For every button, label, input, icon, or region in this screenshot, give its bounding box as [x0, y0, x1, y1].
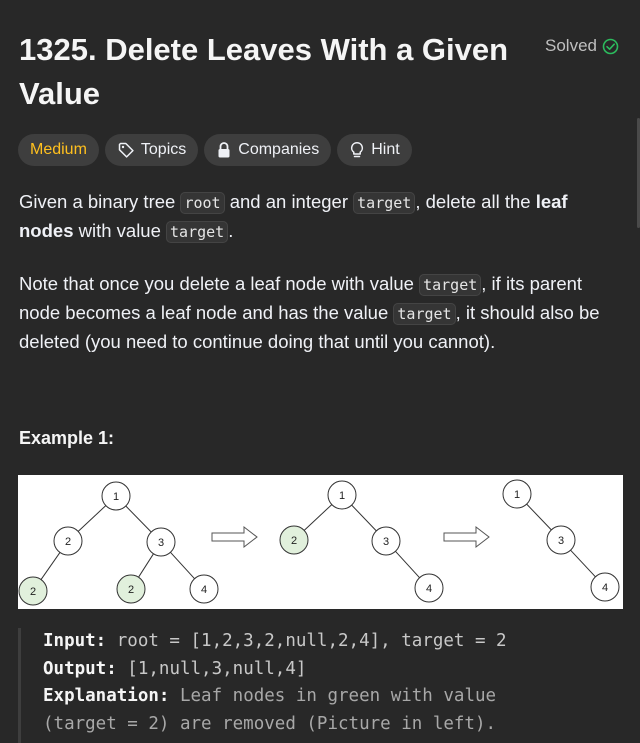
- tag-row: Medium Topics Companies Hint: [18, 134, 412, 166]
- tree-edge: [570, 549, 596, 578]
- tree-node-label: 3: [158, 537, 164, 549]
- inline-code: root: [180, 192, 225, 214]
- tree-node-label: 2: [65, 536, 71, 548]
- solved-status: Solved: [545, 36, 619, 56]
- tree-1: 1 2 3 2 2 4: [18, 481, 219, 606]
- tree-node: 4: [414, 573, 444, 603]
- tree-node-label: 1: [339, 490, 345, 502]
- companies-label: Companies: [238, 141, 320, 158]
- tree-edge: [170, 551, 195, 580]
- example-explanation-cont: (target = 2) are removed (Picture in lef…: [43, 713, 497, 734]
- problem-description: Given a binary tree root and an integer …: [19, 188, 624, 380]
- tree-node-label: 2: [291, 535, 297, 547]
- tree-node-label: 1: [514, 489, 520, 501]
- description-paragraph-2: Note that once you delete a leaf node wi…: [19, 273, 600, 352]
- tree-node-label: 4: [426, 583, 432, 595]
- tree-node: 2: [18, 576, 48, 606]
- tag-icon: [117, 141, 135, 159]
- example-figure: 1 2 3 2 2 4 1 2 3 4 1 3 4: [18, 475, 623, 609]
- inline-code: target: [419, 274, 482, 296]
- tree-edge: [526, 503, 552, 531]
- inline-code: target: [353, 192, 416, 214]
- tree-node: 1: [101, 481, 131, 511]
- problem-title: 1325. Delete Leaves With a Given Value: [19, 32, 509, 111]
- tree-node-label: 2: [30, 586, 36, 598]
- lightbulb-icon: [349, 141, 365, 159]
- inline-code: target: [393, 303, 456, 325]
- title-row: 1325. Delete Leaves With a Given Value S…: [19, 28, 619, 116]
- example-output: Output: [1,null,3,null,4]: [43, 658, 307, 679]
- tree-node: 2: [279, 525, 309, 555]
- tree-node-label: 3: [383, 536, 389, 548]
- tree-3: 1 3 4: [502, 479, 620, 602]
- tree-node: 4: [189, 574, 219, 604]
- description-paragraph-1: Given a binary tree root and an integer …: [19, 191, 568, 243]
- tree-node: 3: [146, 527, 176, 557]
- difficulty-label: Medium: [30, 141, 87, 158]
- tree-node: 1: [327, 480, 357, 510]
- tree-edge: [77, 505, 107, 532]
- tree-node-label: 4: [602, 582, 608, 594]
- check-circle-icon: [602, 38, 619, 55]
- tree-edge: [303, 504, 333, 531]
- topics-button[interactable]: Topics: [104, 134, 199, 166]
- tree-node-label: 3: [558, 535, 564, 547]
- tree-edge: [138, 553, 154, 578]
- tree-edge: [395, 550, 420, 579]
- tree-diagram: 1 2 3 2 2 4 1 2 3 4 1 3 4: [18, 479, 620, 606]
- tree-2: 1 2 3 4: [279, 480, 444, 603]
- tree-node-label: 4: [201, 584, 207, 596]
- tree-node: 3: [371, 526, 401, 556]
- tree-node-label: 2: [128, 584, 134, 596]
- hint-button[interactable]: Hint: [337, 134, 412, 166]
- inline-code: target: [166, 221, 229, 243]
- example-explanation: Explanation: Leaf nodes in green with va…: [43, 686, 497, 706]
- difficulty-badge: Medium: [18, 134, 99, 166]
- companies-button[interactable]: Companies: [204, 134, 332, 166]
- hint-label: Hint: [371, 141, 400, 158]
- tree-node-label: 1: [113, 491, 119, 503]
- tree-edge: [40, 552, 61, 580]
- tree-edge: [125, 505, 152, 533]
- tree-node: 4: [590, 572, 620, 602]
- lock-icon: [216, 141, 232, 159]
- example-title: Example 1:: [19, 428, 115, 448]
- arrow-right-icon: [443, 525, 490, 549]
- example-input: Input: root = [1,2,3,2,null,2,4], target…: [43, 631, 507, 651]
- tree-edge: [351, 504, 377, 532]
- tree-node: 2: [53, 526, 83, 556]
- example-box: Input: root = [1,2,3,2,null,2,4], target…: [18, 628, 623, 743]
- arrow-right-icon: [211, 525, 258, 549]
- solved-label: Solved: [545, 36, 597, 55]
- tree-node: 1: [502, 479, 532, 509]
- problem-page: 1325. Delete Leaves With a Given Value S…: [0, 0, 640, 743]
- tree-node: 3: [546, 525, 576, 555]
- tree-node: 2: [116, 574, 146, 604]
- topics-label: Topics: [140, 141, 187, 158]
